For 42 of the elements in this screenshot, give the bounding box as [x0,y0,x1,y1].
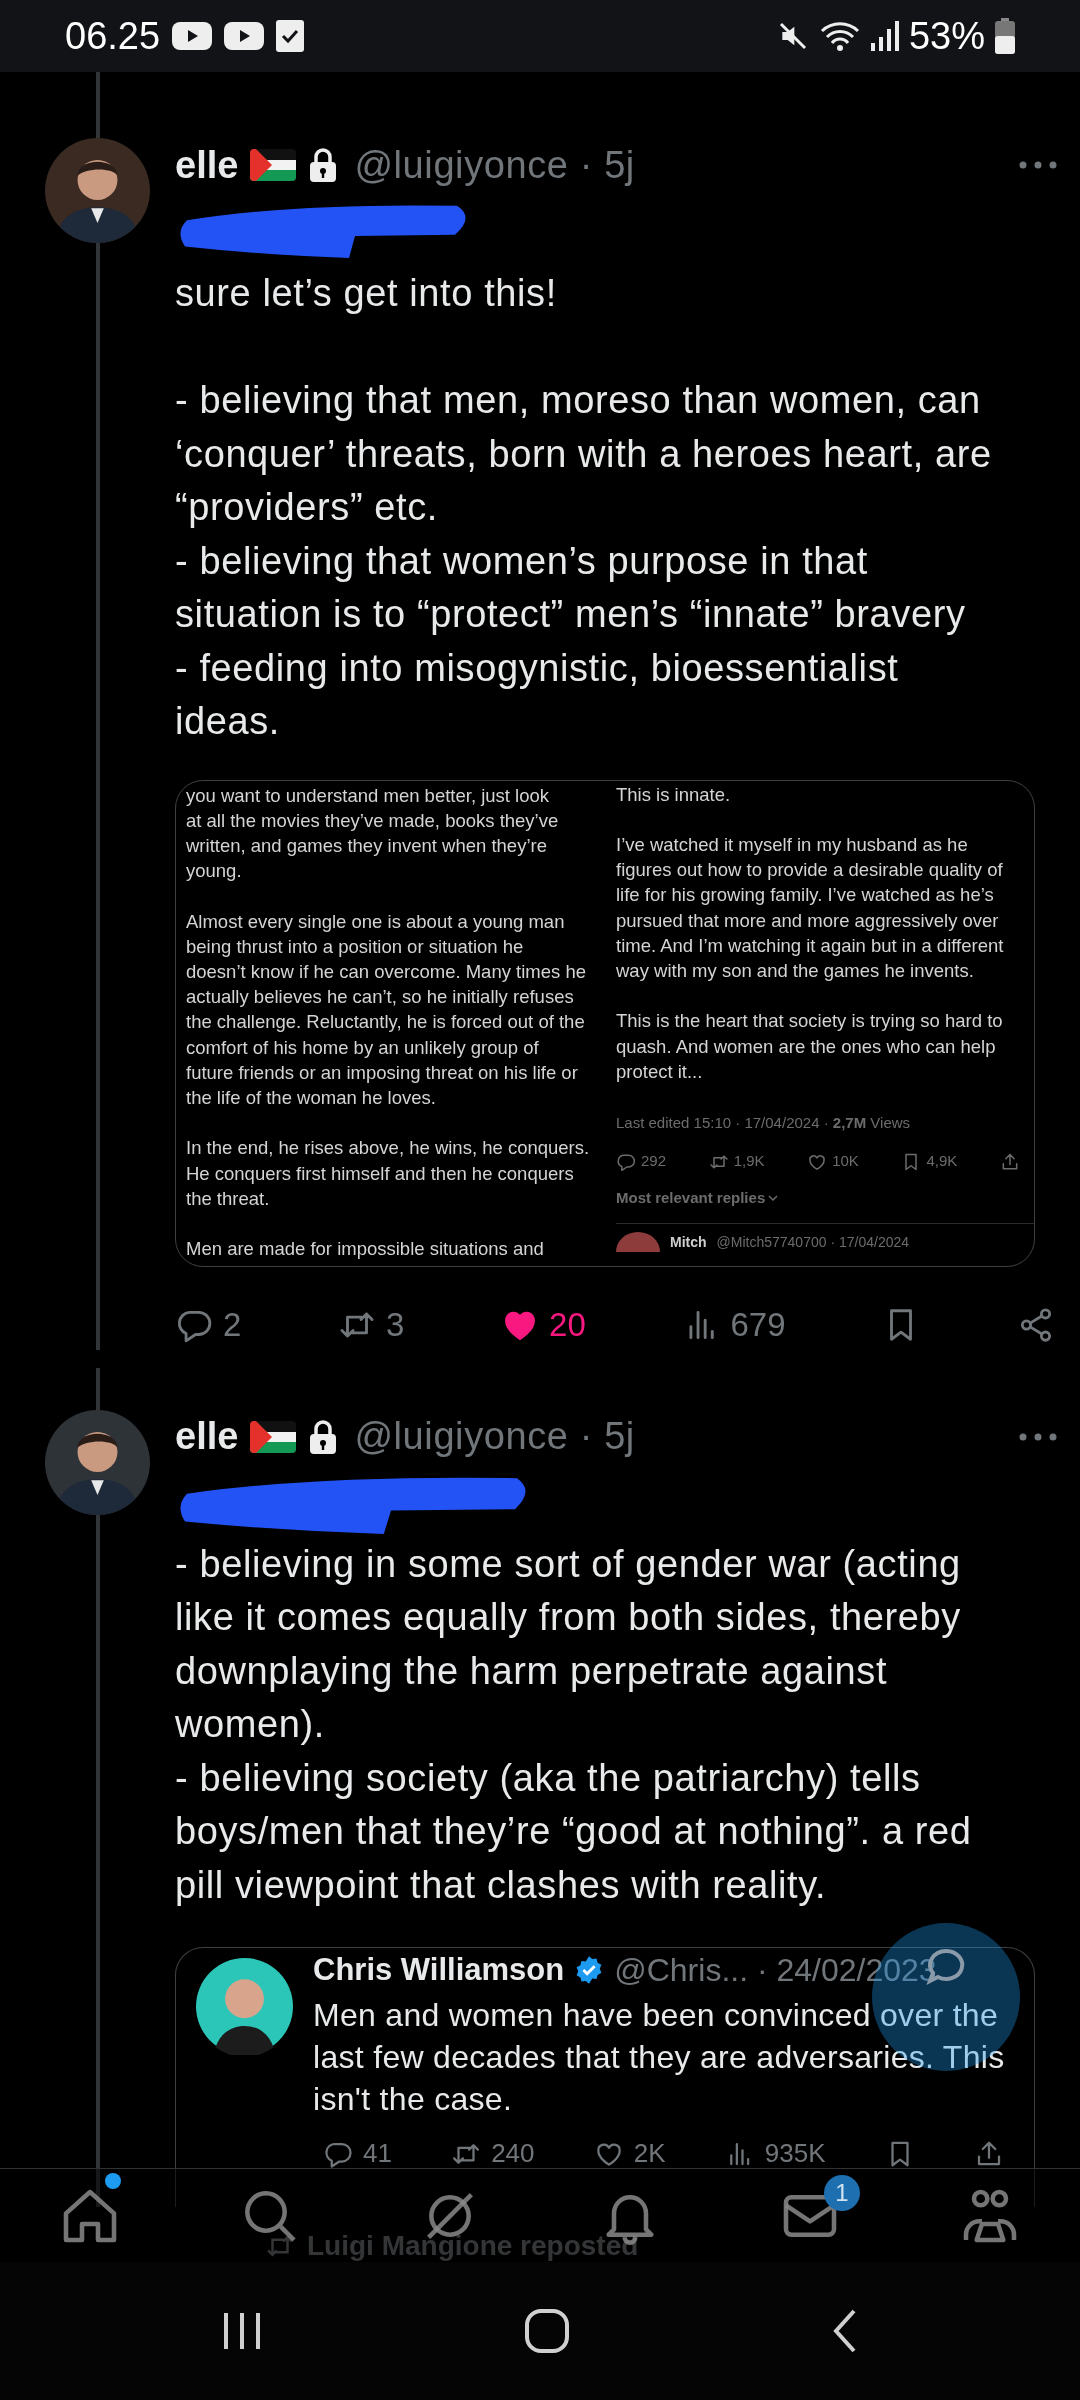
reply-button[interactable]: 2 [175,1299,242,1350]
repost-button[interactable]: 240 [451,2134,535,2173]
like-button[interactable]: 20 [501,1299,586,1350]
reply-meta: @Mitch57740700 · 17/04/2024 [716,1233,910,1253]
reply-button[interactable]: 41 [323,2134,392,2173]
avatar [616,1232,660,1253]
stat-count: 1,9K [708,1150,765,1173]
reply-author: Mitch [670,1233,707,1253]
replies-sort: Most relevant replies [616,1187,766,1208]
more-icon[interactable] [1018,160,1058,170]
author-name: elle [175,142,239,188]
handle-and-time: @luigiyonce · 5j [354,1414,635,1459]
video-icon [172,22,213,50]
like-button[interactable]: 2K [593,2134,666,2173]
flag-icon [250,149,297,181]
battery-percent: 53% [908,13,985,59]
stat-count: 292 [616,1150,667,1173]
quoted-text: Men and women have been convinced over the last few decades that they are adversaries. This isn't the case. [313,1996,1005,2119]
repost-button[interactable]: 3 [338,1299,405,1350]
post-text: - believing in some sort of gender war (acting like it comes equally from both sides, thereby downplaying the harm perpetrate against women). - believing society (aka the patriarchy) tells boys/men that they’re “good at nothing”. a red pill viewpoint that clashes with reality. [175,1541,973,1908]
screenshot-text: you want to understand men better, just look at all the movies they’ve made, books they’ve written, and games they invent when they’re young. Almost every single one is about a young man being thrust into a position or situation he doesn’t know if he can overcome. Many times he actually believes he can’t, so he initially refuses the challenge. Reluctantly, he is forced out of the comfort of his home by an unlikely group of future friends or an imposing threat on his life or the life of the woman he loves. In the end, he rises above, he wins, he conquers. He conquers first himself and then he conquers the threat. Men are made for impossible situations and [185,783,591,1262]
signal-icon [870,21,899,51]
post-text: sure let’s get into this! - believing that men, moreso than women, can ‘conquer’ threats, born with a heroes heart, are “providers” etc. - believing that women’s purpose in that situation is to “protect” men’s “innate” bravery - feeding into misogynistic, bioessentialist ideas. [175,271,993,744]
more-icon[interactable] [1018,1431,1058,1442]
author-name: Chris Williamson [313,1950,565,1989]
attached-screenshot[interactable] [175,779,1035,1267]
video-icon [224,22,265,50]
flag-icon [250,1420,297,1453]
stat-count: 4,9K [901,1150,958,1173]
clock: 06.25 [65,13,161,59]
stat-count: 10K [807,1150,859,1173]
screenshot-text: This is innate. I’ve watched it myself in my husband as he figures out how to provide a desirable quality of life for his growing family. I’ve watched as he’s pursued that more and more aggressively over time. And I’m watching it again but in a different way with my son and the games he invents. This is the heart that society is trying so hard to quash. And women are the ones who can help protect it... [616,782,1005,1084]
home-button-icon[interactable] [524,2308,570,2354]
checkbox-icon [276,20,305,52]
wifi-icon [818,19,861,53]
author-name: elle [175,1414,239,1459]
views-button[interactable]: 679 [682,1299,786,1350]
unread-badge: 1 [824,2175,860,2211]
battery-icon [995,18,1015,54]
avatar[interactable] [196,1958,293,2055]
edit-info: Last edited 15:10 · 17/04/2024 · 2,7M Views [616,1112,912,1133]
handle-and-time: @luigiyonce · 5j [354,142,635,188]
